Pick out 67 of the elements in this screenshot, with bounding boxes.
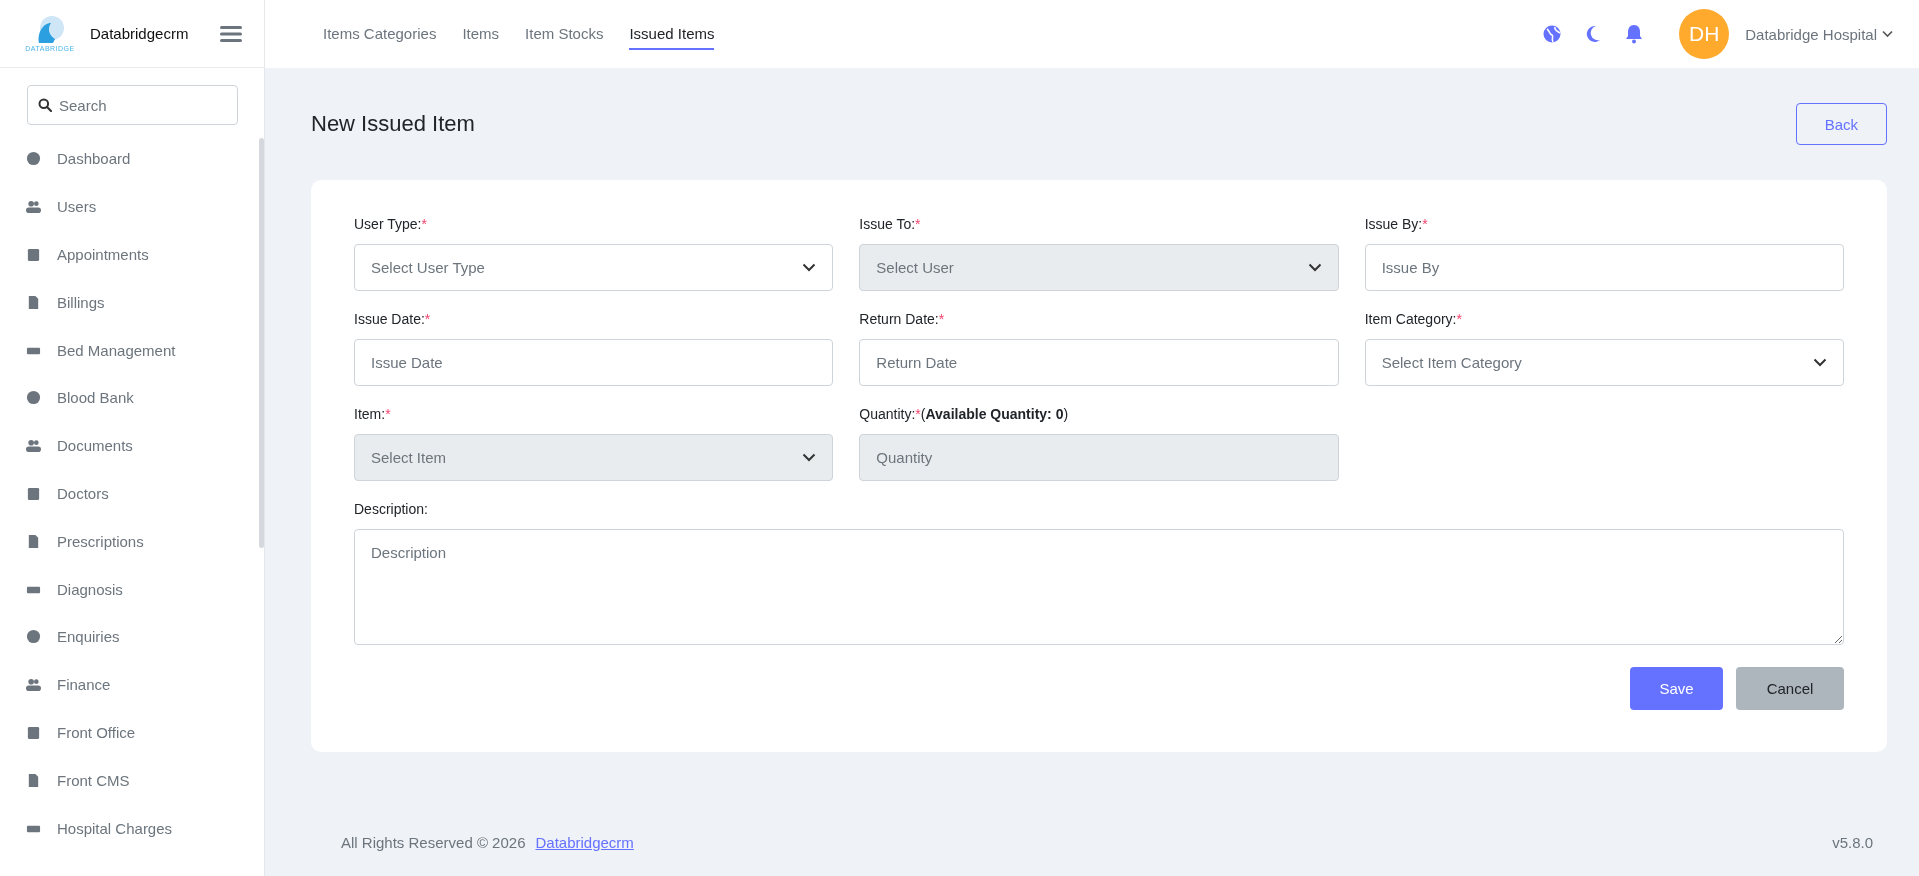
sidebar-item[interactable]: Front CMS — [26, 756, 226, 805]
select-field[interactable]: Select Item Category — [1364, 339, 1844, 386]
field-label: Return Date:* — [859, 311, 946, 327]
nav-tab[interactable]: Issued Items — [629, 18, 715, 50]
chevron-down-icon — [1307, 263, 1322, 272]
sidebar-item[interactable]: Diagnosis — [26, 565, 226, 613]
sidebar-item[interactable]: Dashboard — [26, 135, 226, 183]
field-label: Item:* — [354, 406, 392, 422]
menu-item-icon — [26, 485, 41, 501]
input-field[interactable]: Issue Date — [354, 339, 834, 386]
field-label: User Type:* — [354, 216, 428, 232]
scrollbar[interactable] — [259, 138, 264, 548]
sidebar-item[interactable]: Users — [26, 182, 226, 231]
search-icon — [38, 98, 52, 112]
menu-item-icon — [26, 247, 41, 262]
sidebar-item[interactable]: Billings — [26, 278, 226, 327]
chevron-down-icon — [1882, 30, 1893, 38]
menu-item-icon — [26, 390, 41, 406]
input-field[interactable]: Issue By — [1364, 244, 1844, 291]
menu-item-icon — [26, 677, 41, 693]
menu-item-icon — [26, 629, 41, 645]
field-label: Item Category:* — [1364, 311, 1463, 327]
footer-link[interactable]: Databridgecrm — [535, 833, 634, 851]
menu-item-icon — [26, 724, 41, 740]
field-label: Issue Date:* — [354, 311, 432, 327]
chevron-down-icon — [802, 453, 817, 462]
sidebar-item[interactable]: Hospital Charges — [26, 804, 226, 852]
nav-tab[interactable]: Items — [462, 18, 500, 50]
version-text: v5.8.0 — [1832, 833, 1873, 851]
menu-icon[interactable] — [220, 24, 242, 43]
select-field[interactable]: Select User Type — [354, 244, 834, 291]
menu-item-icon — [26, 438, 41, 454]
menu-item-icon — [26, 772, 41, 788]
page-title: New Issued Item — [311, 111, 475, 137]
sidebar-item[interactable]: Blood Bank — [26, 374, 226, 422]
menu-item-icon — [26, 294, 41, 310]
menu-item-icon — [26, 533, 41, 549]
sidebar-item[interactable]: Prescriptions — [26, 517, 226, 566]
bell-icon[interactable] — [1625, 24, 1644, 44]
back-button[interactable]: Back — [1795, 103, 1887, 145]
copyright-text: All Rights Reserved © 2026 — [341, 833, 526, 851]
sidebar-item[interactable]: Appointments — [26, 230, 226, 279]
chevron-down-icon — [802, 263, 817, 272]
sidebar-item[interactable]: Doctors — [26, 469, 226, 518]
sidebar-item[interactable]: Bed Management — [26, 326, 226, 374]
nav-tab[interactable]: Item Stocks — [525, 18, 604, 50]
field-label: Issue To:* — [859, 216, 922, 232]
save-button[interactable]: Save — [1630, 667, 1723, 710]
sidebar-item[interactable]: Front Office — [26, 708, 226, 757]
globe-icon[interactable] — [1543, 25, 1562, 43]
sidebar-item[interactable]: Enquiries — [26, 612, 226, 661]
input-field[interactable]: Return Date — [859, 339, 1339, 386]
field-label: Quantity:*(Available Quantity: 0) — [859, 406, 1070, 422]
user-menu[interactable]: Databridge Hospital — [1739, 24, 1899, 44]
sidebar-item[interactable]: Documents — [26, 421, 226, 470]
brand-name: Databridgecrm — [89, 25, 190, 42]
chevron-down-icon — [1813, 358, 1827, 367]
nav-tab[interactable]: Items Categories — [323, 18, 437, 50]
cancel-button[interactable]: Cancel — [1736, 667, 1844, 710]
field-label: Description: — [354, 501, 429, 517]
description-field[interactable]: Description — [354, 529, 1844, 645]
moon-icon[interactable] — [1585, 25, 1602, 43]
field-label: Issue By:* — [1364, 216, 1429, 232]
sidebar-item[interactable]: Finance — [26, 660, 226, 709]
search-field[interactable]: Search — [27, 85, 238, 125]
menu-item-icon — [26, 151, 41, 167]
menu-item-icon — [26, 199, 41, 215]
